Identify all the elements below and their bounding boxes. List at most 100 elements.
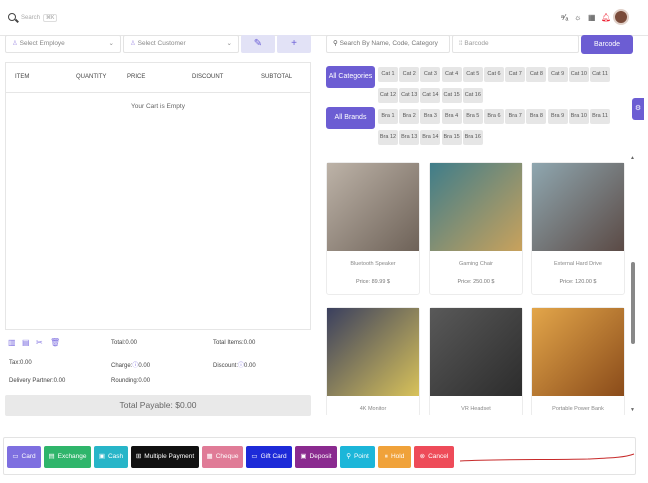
payment-label: Exchange [57, 453, 87, 460]
add-customer-button[interactable]: + [277, 35, 311, 53]
payment-label: Hold [390, 453, 405, 460]
brands-chip[interactable]: Bra 14 [420, 130, 441, 145]
cart-header: ITEM QUANTITY PRICE DISCOUNT SUBTOTAL [6, 63, 310, 93]
point-button[interactable]: ⚲ Point [340, 446, 375, 468]
all-brands-button[interactable]: All Brands [326, 107, 375, 129]
avatar[interactable] [613, 9, 629, 25]
scrollbar-thumb[interactable] [631, 262, 635, 344]
brands-chip[interactable]: Bra 5 [462, 109, 483, 124]
brands-chip[interactable]: Bra 10 [568, 109, 589, 124]
product-card[interactable]: 4K Monitor [326, 307, 420, 415]
brands-chip[interactable]: Bra 4 [441, 109, 462, 124]
payment-label: Cash [107, 453, 124, 460]
sun-icon[interactable]: ☼ [574, 13, 581, 22]
column-subtotal: SUBTOTAL [261, 74, 293, 80]
delivery-partner: Delivery Partner:0.00 [9, 378, 66, 384]
categories-chip[interactable]: Cat 8 [526, 67, 547, 82]
product-image [327, 163, 419, 251]
calculator-icon[interactable]: ▥ [8, 338, 16, 347]
product-grid: Bluetooth Speaker Price: 89.99 $ Gaming Ch… [318, 153, 628, 415]
customer-select[interactable]: ♙ Select Customer ⌄ [123, 35, 239, 53]
total-items: Total Items:0.00 [213, 340, 256, 346]
categories-chip[interactable]: Cat 5 [462, 67, 483, 82]
payment-icon: ▦ [206, 453, 213, 460]
note-icon[interactable]: ▤ [22, 338, 30, 347]
global-search[interactable]: Search ⌘K [21, 14, 58, 22]
cash-button[interactable]: ▣ Cash [94, 446, 128, 468]
product-card[interactable]: Portable Power Bank [531, 307, 625, 415]
brands-chip[interactable]: Bra 1 [378, 109, 398, 124]
payment-label: Card [21, 453, 36, 460]
categories-chip[interactable]: Cat 6 [484, 67, 504, 82]
exchange-button[interactable]: ▤ Exchange [44, 446, 91, 468]
employee-select[interactable]: ♙ Select Employe ⌄ [5, 35, 121, 53]
categories-chip[interactable]: Cat 16 [462, 88, 483, 103]
product-search-input[interactable]: ⚲ Search By Name, Code, Category [326, 35, 450, 53]
brands-chip[interactable]: Bra 12 [378, 130, 398, 145]
product-name: Gaming Chair [459, 261, 493, 267]
cart-table: ITEM QUANTITY PRICE DISCOUNT SUBTOTAL Yo… [5, 62, 311, 330]
all-categories-button[interactable]: All Categories [326, 66, 375, 88]
brands-chip[interactable]: Bra 2 [399, 109, 420, 124]
edit-button[interactable]: ✎ [241, 35, 275, 53]
categories-chip[interactable]: Cat 10 [568, 67, 589, 82]
categories-chip[interactable]: Cat 4 [441, 67, 462, 82]
brands-chip[interactable]: Bra 16 [462, 130, 483, 145]
deposit-button[interactable]: ▣ Deposit [295, 446, 337, 468]
bell-icon[interactable]: 🔔︎ [601, 13, 611, 22]
qr-icon[interactable]: ▦ [588, 13, 596, 22]
categories-chip[interactable]: Cat 13 [399, 88, 420, 103]
product-name: External Hard Drive [554, 261, 602, 267]
categories-chip[interactable]: Cat 2 [399, 67, 420, 82]
brands-chip[interactable]: Bra 13 [399, 130, 420, 145]
cheque-button[interactable]: ▦ Cheque [202, 446, 243, 468]
product-card[interactable]: External Hard Drive Price: 120.00 $ [531, 162, 625, 295]
categories-chip[interactable]: Cat 7 [505, 67, 526, 82]
trash-icon[interactable]: 🗑︎ [50, 338, 60, 347]
payment-icon: ▭ [12, 453, 19, 460]
product-name: VR Headset [461, 406, 491, 412]
categories-chip[interactable]: Cat 3 [420, 67, 441, 82]
brands-chip[interactable]: Bra 9 [547, 109, 568, 124]
scissors-icon[interactable]: ✂ [36, 338, 43, 347]
brands-chip[interactable]: Bra 11 [590, 109, 610, 124]
categories-chip[interactable]: Cat 1 [378, 67, 398, 82]
hold-button[interactable]: ⏸ Hold [378, 446, 411, 468]
barcode-button[interactable]: Barcode [581, 35, 633, 54]
translate-icon[interactable]: ᵃ⁄ₐ [561, 13, 568, 22]
categories-chip[interactable]: Cat 11 [590, 67, 610, 82]
discount-value[interactable]: Discount:ⓘ0.00 [213, 360, 256, 369]
cancel-button[interactable]: ⊗ Cancel [414, 446, 454, 468]
categories-chip[interactable]: Cat 12 [378, 88, 398, 103]
categories-chip[interactable]: Cat 15 [441, 88, 462, 103]
brands-chip[interactable]: Bra 7 [505, 109, 526, 124]
empty-cart-message: Your Cart is Empty [131, 103, 185, 110]
scroll-up-arrow[interactable]: ▲ [630, 155, 635, 161]
brands-chip[interactable]: Bra 8 [526, 109, 547, 124]
brands-chip[interactable]: Bra 3 [420, 109, 441, 124]
product-image [430, 163, 522, 251]
search-icon[interactable] [8, 13, 16, 21]
multiple-payment-button[interactable]: ⊞ Multiple Payment [131, 446, 199, 468]
payment-label: Multiple Payment [144, 453, 195, 460]
product-card[interactable]: Bluetooth Speaker Price: 89.99 $ [326, 162, 420, 295]
categories-chip[interactable]: Cat 9 [547, 67, 568, 82]
charge-value[interactable]: Charge:ⓘ0.00 [111, 360, 150, 369]
payment-icon: ▣ [300, 453, 307, 460]
barcode-input[interactable]: ⁞⁞ Barcode [452, 35, 579, 53]
card-button[interactable]: ▭ Card [7, 446, 41, 468]
settings-side-tab[interactable]: ⚙ [632, 98, 644, 120]
categories-chip[interactable]: Cat 14 [420, 88, 441, 103]
gift-card-button[interactable]: ▭ Gift Card [246, 446, 292, 468]
product-name: 4K Monitor [359, 406, 387, 412]
product-card[interactable]: Gaming Chair Price: 250.00 $ [429, 162, 523, 295]
product-card[interactable]: VR Headset [429, 307, 523, 415]
brands-chip[interactable]: Bra 6 [484, 109, 504, 124]
product-price: Price: 120.00 $ [559, 279, 597, 285]
product-image [327, 308, 419, 396]
scroll-down-arrow[interactable]: ▼ [630, 407, 635, 413]
brands-chip[interactable]: Bra 15 [441, 130, 462, 145]
payment-label: Cancel [428, 453, 449, 460]
product-name: Bluetooth Speaker [350, 261, 396, 267]
column-quantity: QUANTITY [76, 74, 107, 80]
